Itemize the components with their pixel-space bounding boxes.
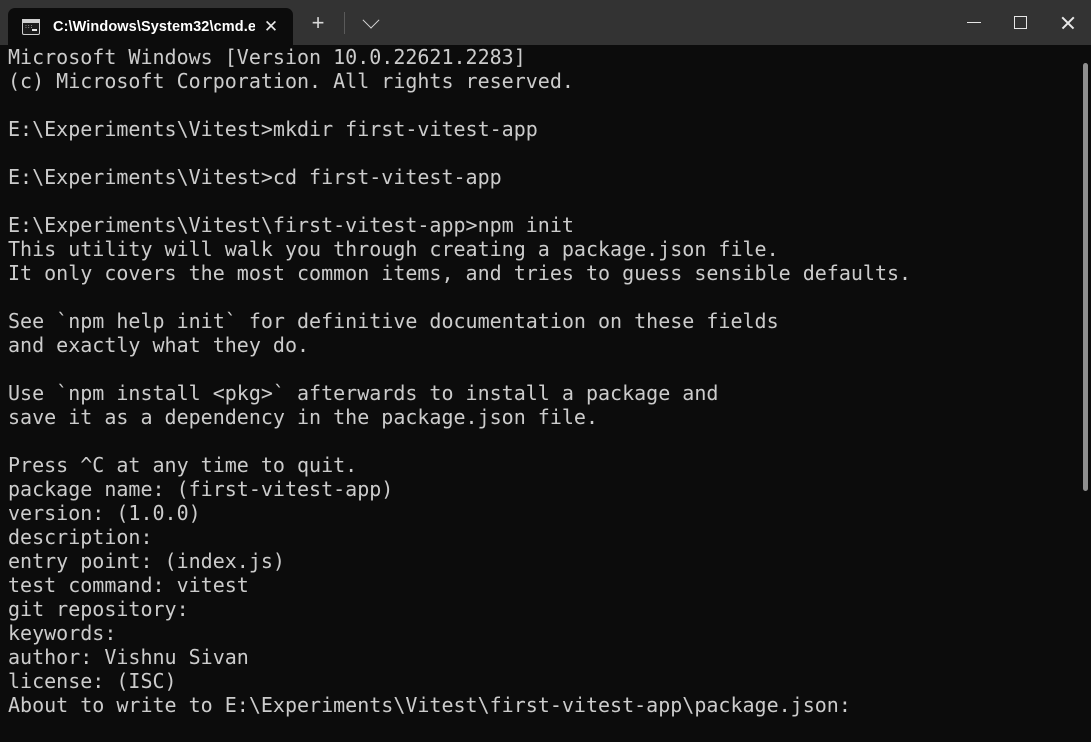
close-tab-icon[interactable]: ✕ [255, 12, 287, 42]
close-window-button[interactable] [1044, 0, 1091, 45]
close-icon [1060, 15, 1076, 31]
maximize-button[interactable] [997, 0, 1044, 45]
new-tab-button[interactable]: + [299, 7, 337, 39]
maximize-icon [1014, 16, 1027, 29]
minimize-icon [966, 21, 981, 24]
terminal-window: ::: C:\Windows\System32\cmd.exe ✕ + Micr… [0, 0, 1091, 742]
title-bar[interactable]: ::: C:\Windows\System32\cmd.exe ✕ + [0, 0, 1091, 45]
tab-title: C:\Windows\System32\cmd.exe [53, 18, 255, 35]
console-text: Microsoft Windows [Version 10.0.22621.22… [8, 45, 912, 717]
chevron-down-icon [362, 11, 380, 29]
cmd-console-icon: ::: [22, 18, 40, 35]
divider [344, 11, 345, 34]
scrollbar-thumb[interactable] [1083, 63, 1088, 491]
tab-strip: ::: C:\Windows\System32\cmd.exe ✕ + [0, 0, 390, 45]
tab-dropdown-button[interactable] [352, 7, 390, 39]
window-controls [950, 0, 1091, 45]
tab-actions: + [293, 0, 390, 45]
tab-cmd[interactable]: ::: C:\Windows\System32\cmd.exe ✕ [8, 8, 293, 45]
console-scrollbar[interactable] [1075, 45, 1091, 742]
console-output-area[interactable]: Microsoft Windows [Version 10.0.22621.22… [0, 45, 1091, 742]
minimize-button[interactable] [950, 0, 997, 45]
